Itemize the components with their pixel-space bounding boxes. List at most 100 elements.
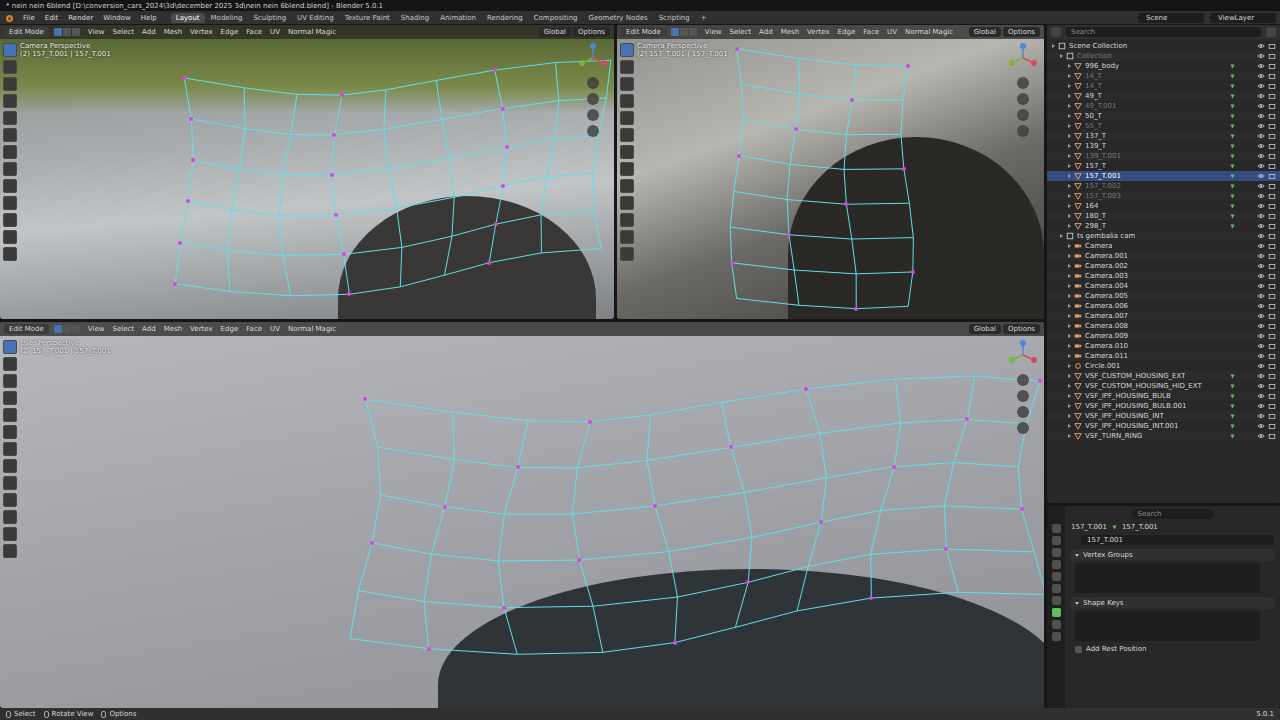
outliner-item[interactable]: Camera.002	[1047, 261, 1280, 271]
tool-icon[interactable]	[3, 230, 17, 244]
tool-icon[interactable]	[3, 459, 17, 473]
selected-vertex[interactable]	[443, 505, 447, 509]
expand-arrow-icon[interactable]	[1068, 364, 1071, 368]
render-camera-icon[interactable]	[1268, 52, 1276, 60]
viewport-menu[interactable]: Face	[243, 325, 265, 333]
visibility-eye-icon[interactable]	[1257, 82, 1265, 90]
render-camera-icon[interactable]	[1268, 92, 1276, 100]
navigation-button-icon[interactable]	[587, 125, 599, 137]
outliner-item[interactable]: 14_T	[1047, 71, 1280, 81]
outliner-item[interactable]: VSF_CUSTOM_HOUSING_HID_EXT	[1047, 381, 1280, 391]
properties-tab-icon[interactable]	[1052, 536, 1061, 545]
outliner-item[interactable]: Camera.001	[1047, 251, 1280, 261]
render-camera-icon[interactable]	[1268, 272, 1276, 280]
tool-icon[interactable]	[620, 247, 634, 261]
render-camera-icon[interactable]	[1268, 382, 1276, 390]
selected-vertex[interactable]	[1038, 379, 1042, 383]
workspace-tab[interactable]: Geometry Nodes	[584, 13, 653, 23]
workspace-tab[interactable]: Scripting	[654, 13, 695, 23]
selected-vertex[interactable]	[854, 307, 858, 311]
outliner-item[interactable]: 49_T.001	[1047, 101, 1280, 111]
visibility-eye-icon[interactable]	[1257, 252, 1265, 260]
visibility-eye-icon[interactable]	[1257, 312, 1265, 320]
select-mode-buttons[interactable]	[54, 325, 80, 333]
tool-icon[interactable]	[3, 425, 17, 439]
viewport-menu[interactable]: Select	[109, 325, 137, 333]
visibility-eye-icon[interactable]	[1257, 42, 1265, 50]
tool-icon[interactable]	[3, 247, 17, 261]
filter-icon[interactable]	[1266, 27, 1276, 37]
view-layer-selector[interactable]: ViewLayer	[1210, 13, 1276, 23]
workspace-tab[interactable]: Compositing	[529, 13, 583, 23]
render-camera-icon[interactable]	[1268, 322, 1276, 330]
expand-arrow-icon[interactable]	[1068, 264, 1071, 268]
selected-vertex[interactable]	[944, 547, 948, 551]
navigation-button-icon[interactable]	[1017, 125, 1029, 137]
outliner-item[interactable]: VSF_CUSTOM_HOUSING_EXT	[1047, 371, 1280, 381]
viewport-menu[interactable]: Vertex	[187, 28, 216, 36]
visibility-eye-icon[interactable]	[1257, 232, 1265, 240]
selected-vertex[interactable]	[501, 107, 505, 111]
workspace-tab[interactable]: Animation	[435, 13, 481, 23]
tool-icon[interactable]	[3, 442, 17, 456]
selected-vertex[interactable]	[804, 387, 808, 391]
outliner-item[interactable]: VSF_IPF_HOUSING_INT	[1047, 411, 1280, 421]
outliner-item[interactable]: Camera.008	[1047, 321, 1280, 331]
visibility-eye-icon[interactable]	[1257, 112, 1265, 120]
viewport-menu[interactable]: UV	[267, 28, 283, 36]
display-mode-icon[interactable]	[1051, 27, 1061, 37]
tool-icon[interactable]	[3, 162, 17, 176]
outliner-item[interactable]: 180_T	[1047, 211, 1280, 221]
mode-dropdown[interactable]: Edit Mode	[621, 27, 666, 37]
expand-arrow-icon[interactable]	[1068, 114, 1071, 118]
selected-vertex[interactable]	[178, 241, 182, 245]
selected-vertex[interactable]	[850, 98, 854, 102]
outliner-item[interactable]: 164	[1047, 201, 1280, 211]
render-camera-icon[interactable]	[1268, 72, 1276, 80]
tool-icon[interactable]	[3, 43, 17, 57]
visibility-eye-icon[interactable]	[1257, 332, 1265, 340]
viewport-menu[interactable]: Normal Magic	[285, 325, 339, 333]
workspace-tab[interactable]: Shading	[396, 13, 434, 23]
selected-vertex[interactable]	[502, 606, 506, 610]
navigation-button-icon[interactable]	[1017, 422, 1029, 434]
3d-viewport[interactable]: Edit Mode ViewSelectAddMeshVertexEdgeFac…	[0, 25, 614, 319]
render-camera-icon[interactable]	[1268, 112, 1276, 120]
outliner-item[interactable]: 55_T	[1047, 121, 1280, 131]
outliner-item[interactable]: 139_T.001	[1047, 151, 1280, 161]
properties-section[interactable]: Shape Keys	[1071, 597, 1274, 641]
transform-orientation[interactable]: Global	[969, 324, 1001, 334]
viewport-menu[interactable]: Vertex	[804, 28, 833, 36]
render-camera-icon[interactable]	[1268, 422, 1276, 430]
navigation-button-icon[interactable]	[1017, 406, 1029, 418]
expand-arrow-icon[interactable]	[1068, 84, 1071, 88]
tool-icon[interactable]	[620, 213, 634, 227]
expand-arrow-icon[interactable]	[1068, 294, 1071, 298]
expand-arrow-icon[interactable]	[1068, 394, 1071, 398]
selected-vertex[interactable]	[186, 199, 190, 203]
tool-icon[interactable]	[620, 196, 634, 210]
selected-vertex[interactable]	[516, 465, 520, 469]
selected-vertex[interactable]	[189, 117, 193, 121]
workspace-tab[interactable]: Layout	[171, 13, 205, 23]
tool-icon[interactable]	[620, 77, 634, 91]
outliner-item[interactable]: Camera.011	[1047, 351, 1280, 361]
viewport-menu[interactable]: Select	[109, 28, 137, 36]
tool-icon[interactable]	[3, 527, 17, 541]
outliner-item[interactable]: Camera.009	[1047, 331, 1280, 341]
expand-arrow-icon[interactable]	[1068, 134, 1071, 138]
navigation-gizmo[interactable]	[1002, 39, 1044, 319]
properties-tab-icon[interactable]	[1052, 524, 1061, 533]
visibility-eye-icon[interactable]	[1257, 72, 1265, 80]
render-camera-icon[interactable]	[1268, 172, 1276, 180]
visibility-eye-icon[interactable]	[1257, 302, 1265, 310]
render-camera-icon[interactable]	[1268, 332, 1276, 340]
viewport-menu[interactable]: Add	[756, 28, 776, 36]
axis-gizmo-icon[interactable]	[1008, 43, 1038, 73]
visibility-eye-icon[interactable]	[1257, 422, 1265, 430]
render-camera-icon[interactable]	[1268, 252, 1276, 260]
expand-arrow-icon[interactable]	[1068, 244, 1071, 248]
mode-dropdown[interactable]: Edit Mode	[4, 324, 49, 334]
expand-arrow-icon[interactable]	[1068, 224, 1071, 228]
selected-vertex[interactable]	[730, 261, 734, 265]
